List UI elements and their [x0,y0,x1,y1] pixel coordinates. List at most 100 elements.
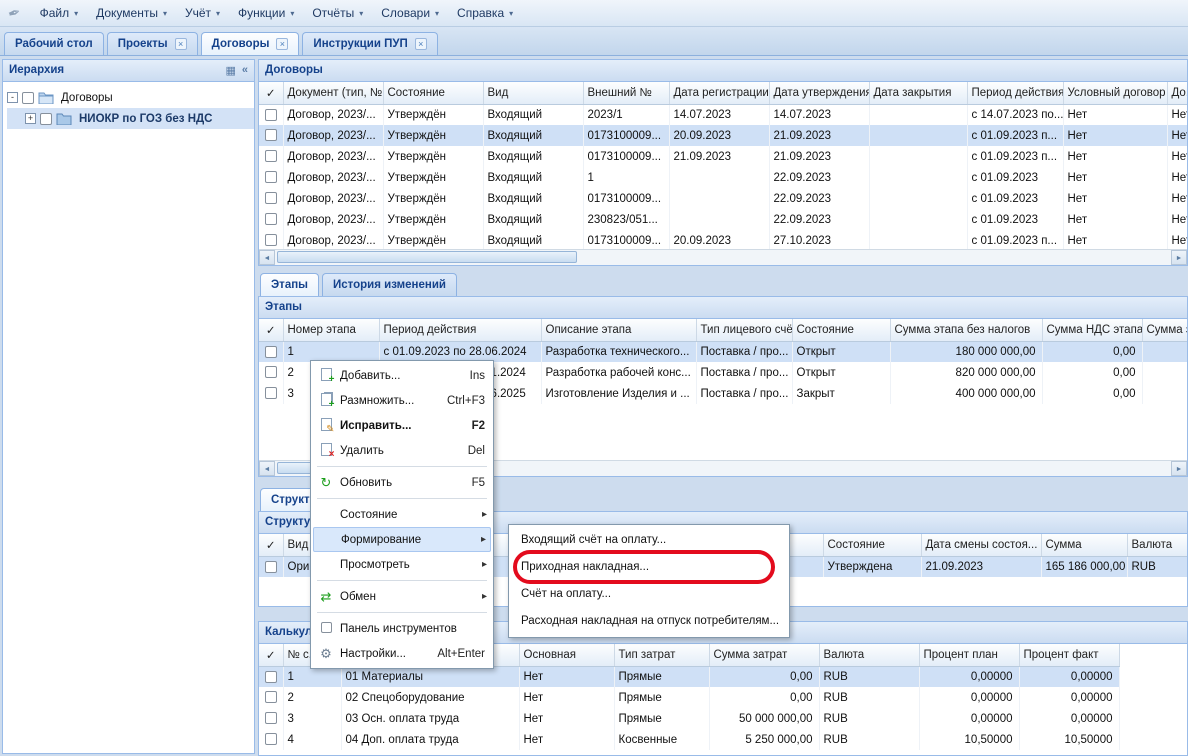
menu-item-add[interactable]: Добавить... Ins [313,363,491,388]
column-header[interactable]: Сумма затрат [709,644,819,666]
column-header[interactable]: Состояние [823,534,921,556]
scroll-right-button[interactable]: ► [1171,250,1187,265]
select-all-header[interactable]: ✓ [259,319,283,341]
row-checkbox[interactable] [265,366,277,378]
column-header[interactable]: Валюта [819,644,919,666]
tab-stages[interactable]: Этапы [260,273,319,296]
column-header[interactable]: Тип лицевого счёт [696,319,792,341]
table-row[interactable]: 303 Осн. оплата трудаНетПрямые50 000 000… [259,708,1187,729]
column-header[interactable]: Валюта [1127,534,1187,556]
scroll-left-button[interactable]: ◄ [259,461,275,476]
tab-desktop[interactable]: Рабочий стол [4,32,104,55]
row-checkbox[interactable] [265,109,277,121]
select-all-header[interactable]: ✓ [259,534,283,556]
tab-close-icon[interactable]: × [276,38,288,50]
expand-node-icon[interactable]: + [25,113,36,124]
submenu-item-incoming-invoice[interactable]: Входящий счёт на оплату... [509,527,789,554]
tab-instructions[interactable]: Инструкции ПУП× [302,32,437,55]
row-checkbox[interactable] [265,192,277,204]
menu-item-state[interactable]: Состояние ▸ [313,502,491,527]
column-header[interactable]: Состояние [383,82,483,104]
column-header[interactable]: Сумма э... [1142,319,1187,341]
tab-projects[interactable]: Проекты× [107,32,198,55]
scroll-right-button[interactable]: ► [1171,461,1187,476]
table-row[interactable]: 101 МатериалыНетПрямые0,00RUB0,000000,00… [259,666,1187,687]
menu-item-duplicate[interactable]: Размножить... Ctrl+F3 [313,388,491,413]
menubar-item-reports[interactable]: Отчёты▾ [303,3,372,23]
column-header[interactable]: Тип затрат [614,644,709,666]
scrollbar-thumb[interactable] [277,251,577,263]
table-row[interactable]: Договор, 2023/...УтверждёнВходящий017310… [259,188,1187,209]
tree-node-contracts[interactable]: - Договоры [7,87,254,108]
row-checkbox[interactable] [265,387,277,399]
menubar-item-help[interactable]: Справка▾ [448,3,522,23]
select-all-header[interactable]: ✓ [259,82,283,104]
column-header[interactable]: Сумма [1041,534,1127,556]
column-header[interactable]: Вид [483,82,583,104]
row-checkbox[interactable] [265,171,277,183]
submenu-item-payment-invoice[interactable]: Счёт на оплату... [509,581,789,608]
row-checkbox[interactable] [265,561,277,573]
menu-item-refresh[interactable]: ↻ Обновить F5 [313,470,491,495]
tab-close-icon[interactable]: × [175,38,187,50]
column-settings-icon[interactable]: ▦ [225,64,235,81]
menubar-item-documents[interactable]: Документы▾ [87,3,176,23]
column-header[interactable]: Сумма НДС этапа [1042,319,1142,341]
column-header[interactable]: Основная [519,644,614,666]
table-row[interactable]: Договор, 2023/...УтверждёнВходящий230823… [259,209,1187,230]
menubar-item-dictionaries[interactable]: Словари▾ [372,3,448,23]
select-all-header[interactable]: ✓ [259,644,283,666]
submenu-item-receipt-note[interactable]: Приходная накладная... [509,554,789,581]
row-checkbox[interactable] [265,129,277,141]
menu-item-edit[interactable]: Исправить... F2 [313,413,491,438]
table-row[interactable]: 404 Доп. оплата трудаНетКосвенные5 250 0… [259,729,1187,750]
table-row[interactable]: Договор, 2023/...УтверждёнВходящий017310… [259,125,1187,146]
column-header[interactable]: Условный договор [1063,82,1167,104]
tab-contracts[interactable]: Договоры× [201,32,300,55]
column-header[interactable]: Процент план [919,644,1019,666]
table-row[interactable]: Договор, 2023/...УтверждёнВходящий017310… [259,230,1187,249]
column-header[interactable]: Состояние [792,319,890,341]
table-row[interactable]: 202 СпецоборудованиеНетПрямые0,00RUB0,00… [259,687,1187,708]
column-header[interactable]: Сумма этапа без налогов [890,319,1042,341]
submenu-item-issue-note[interactable]: Расходная накладная на отпуск потребител… [509,608,789,635]
scrollbar-track[interactable] [275,250,1171,265]
tree-node-niokr[interactable]: + НИОКР по ГОЗ без НДС [7,108,254,129]
column-header[interactable]: Описание этапа [541,319,696,341]
menu-item-exchange[interactable]: ⇄ Обмен ▸ [313,584,491,609]
table-row[interactable]: Договор, 2023/...УтверждёнВходящий017310… [259,146,1187,167]
row-checkbox[interactable] [265,150,277,162]
column-header[interactable]: До... [1167,82,1187,104]
menubar-item-accounting[interactable]: Учёт▾ [176,3,229,23]
column-header[interactable]: Период действия... [967,82,1063,104]
menu-item-delete[interactable]: Удалить Del [313,438,491,463]
column-header[interactable]: Документ (тип, №... [283,82,383,104]
column-header[interactable]: Внешний № [583,82,669,104]
column-header[interactable]: Дата регистрации [669,82,769,104]
column-header[interactable]: Период действия [379,319,541,341]
column-header[interactable]: Дата утверждения [769,82,869,104]
tab-close-icon[interactable]: × [415,38,427,50]
row-checkbox[interactable] [265,671,277,683]
row-checkbox[interactable] [265,733,277,745]
menubar-item-functions[interactable]: Функции▾ [229,3,303,23]
column-header[interactable]: Дата закрытия [869,82,967,104]
collapse-node-icon[interactable]: - [7,92,18,103]
column-header[interactable]: Номер этапа [283,319,379,341]
menubar-item-file[interactable]: Файл▾ [31,3,88,23]
menu-item-formation[interactable]: Формирование ▸ [313,527,491,552]
table-row[interactable]: Договор, 2023/...УтверждёнВходящий122.09… [259,167,1187,188]
menu-item-settings[interactable]: ⚙ Настройки... Alt+Enter [313,641,491,666]
row-checkbox[interactable] [265,213,277,225]
table-row[interactable]: 1с 01.09.2023 по 28.06.2024Разработка те… [259,341,1187,362]
tab-change-history[interactable]: История изменений [322,273,457,296]
row-checkbox[interactable] [265,234,277,246]
menu-item-toolbar[interactable]: Панель инструментов [313,616,491,641]
table-row[interactable]: Договор, 2023/...УтверждёнВходящий2023/1… [259,104,1187,125]
menu-item-view[interactable]: Просмотреть ▸ [313,552,491,577]
column-header[interactable]: Процент факт [1019,644,1119,666]
column-header[interactable]: Дата смены состоя... [921,534,1041,556]
scroll-left-button[interactable]: ◄ [259,250,275,265]
row-checkbox[interactable] [265,691,277,703]
horizontal-scrollbar[interactable]: ◄ ► [259,249,1187,265]
